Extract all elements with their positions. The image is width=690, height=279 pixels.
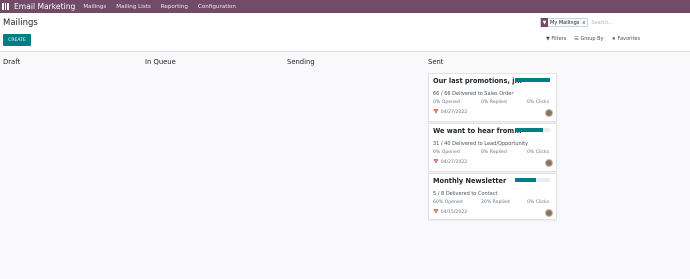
- top-navbar: Email Marketing Mailings Mailing Lists R…: [0, 0, 690, 13]
- search-options: ▼ Filters ☰ Group By ★ Favorites: [546, 36, 648, 42]
- filters-button[interactable]: ▼ Filters: [546, 36, 566, 42]
- column-draft[interactable]: Draft: [3, 58, 20, 66]
- replied-stat: 0% Replied: [481, 100, 507, 105]
- delivery-progress-bar: [515, 178, 550, 182]
- clicks-stat: 0% Clicks: [527, 150, 550, 155]
- opened-stat: 0% Opened: [433, 150, 460, 155]
- date-text: 04/27/2022: [440, 110, 468, 115]
- card-title: Monthly Newsletter: [433, 177, 507, 185]
- menu-mailing-lists[interactable]: Mailing Lists: [116, 4, 150, 10]
- column-in-queue[interactable]: In Queue: [145, 58, 176, 66]
- favorites-label: Favorites: [617, 36, 641, 42]
- layers-icon: ☰: [574, 36, 579, 42]
- menu-reporting[interactable]: Reporting: [161, 4, 188, 10]
- clicks-stat: 0% Clicks: [527, 100, 550, 105]
- filter-icon: ▼: [546, 36, 550, 42]
- delivery-progress-bar: [515, 128, 550, 132]
- delivered-text: 31 / 40 Delivered to Lead/Opportunity: [433, 141, 529, 147]
- card-title: Our last promotions, j...: [433, 77, 522, 85]
- date-text: 04/27/2022: [440, 160, 468, 165]
- card-date: 📅 04/27/2022: [433, 110, 467, 115]
- search-facet: ▼ My Mailings x: [540, 18, 589, 27]
- facet-label: My Mailings: [550, 19, 580, 26]
- control-panel: Mailings CREATE ▼ My Mailings x Search..…: [0, 13, 690, 52]
- create-button[interactable]: CREATE: [3, 34, 31, 46]
- star-icon: ★: [611, 36, 617, 42]
- replied-stat: 20% Replied: [481, 200, 510, 205]
- mailing-card[interactable]: Our last promotions, j... 66 / 66 Delive…: [428, 73, 557, 122]
- avatar: [545, 109, 553, 117]
- filters-label: Filters: [551, 36, 567, 42]
- menu-mailings[interactable]: Mailings: [83, 4, 106, 10]
- delivered-text: 5 / 8 Delivered to Contact: [433, 191, 498, 197]
- filter-facet-icon: ▼: [541, 18, 548, 27]
- delivered-text: 66 / 66 Delivered to Sales Order: [433, 91, 514, 97]
- calendar-icon: 📅: [433, 110, 439, 115]
- clicks-stat: 0% Clicks: [527, 200, 550, 205]
- group-by-label: Group By: [580, 36, 604, 42]
- facet-remove-icon[interactable]: x: [582, 20, 585, 26]
- replied-stat: 0% Replied: [481, 150, 507, 155]
- column-sending[interactable]: Sending: [287, 58, 315, 66]
- column-sent[interactable]: Sent: [428, 58, 443, 66]
- kanban-view: Draft In Queue Sending Sent Our last pro…: [0, 53, 690, 279]
- apps-menu-icon[interactable]: [0, 0, 11, 13]
- mailing-card[interactable]: Monthly Newsletter 5 / 8 Delivered to Co…: [428, 173, 557, 220]
- card-date: 📅 04/27/2022: [433, 160, 467, 165]
- favorites-button[interactable]: ★ Favorites: [612, 36, 641, 42]
- calendar-icon: 📅: [433, 210, 439, 215]
- menu-configuration[interactable]: Configuration: [198, 4, 236, 10]
- opened-stat: 0% Opened: [433, 100, 460, 105]
- opened-stat: 60% Opened: [433, 200, 463, 205]
- avatar: [545, 209, 553, 217]
- mailing-card[interactable]: We want to hear from... 31 / 40 Delivere…: [428, 123, 557, 172]
- delivery-progress-bar: [515, 78, 550, 82]
- card-title: We want to hear from...: [433, 127, 522, 135]
- date-text: 04/15/2022: [440, 210, 468, 215]
- app-name[interactable]: Email Marketing: [14, 2, 75, 11]
- search-input[interactable]: Search...: [591, 20, 613, 26]
- group-by-button[interactable]: ☰ Group By: [574, 36, 603, 42]
- card-date: 📅 04/15/2022: [433, 210, 467, 215]
- search-bar[interactable]: ▼ My Mailings x Search...: [540, 17, 690, 28]
- calendar-icon: 📅: [433, 160, 439, 165]
- page-title: Mailings: [3, 18, 38, 28]
- avatar: [545, 159, 553, 167]
